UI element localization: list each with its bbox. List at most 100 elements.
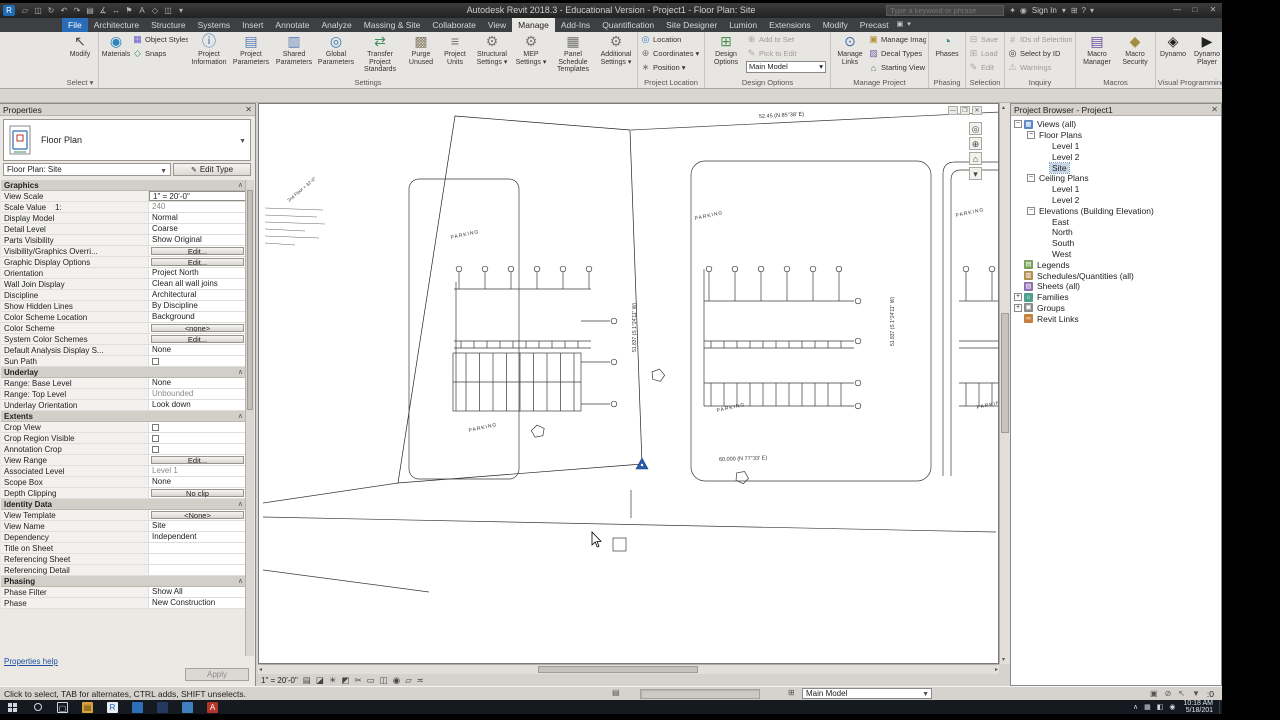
section-collapse-icon[interactable]: ∧ [238,367,243,378]
annotation-crop-checkbox[interactable] [152,445,159,453]
workset-field[interactable] [640,689,760,699]
view-instance-dropdown[interactable]: Floor Plan: Site ▼ [3,163,171,176]
add-to-set-button[interactable]: ⊕ Add to Set [746,33,828,46]
crop-region-visible-checkbox[interactable] [152,434,159,442]
tab-systems[interactable]: Systems [192,18,237,32]
scroll-right-icon[interactable]: ▸ [995,666,998,673]
detail-level-icon[interactable]: ▤ [303,675,311,686]
parking-label[interactable]: PARKING [716,402,746,414]
taskbar-autocad[interactable]: A [200,700,225,714]
crop-view-icon[interactable]: ✂ [355,675,362,686]
expand-icon[interactable]: + [1014,293,1022,302]
type-selector[interactable]: Floor Plan ▼ [3,119,251,161]
drawing-viewport[interactable]: PARKING PARKING PARKING PARKING PARKING … [258,103,999,664]
steering-wheel-icon[interactable]: ◎ [969,122,982,135]
design-options-icon[interactable]: ⊞ [788,688,795,697]
load-button[interactable]: ⊞ Load [968,47,1002,60]
tab-quantification[interactable]: Quantification [596,18,660,32]
text-icon[interactable]: A [137,4,147,17]
materials-button[interactable]: ◉ Materials [101,33,131,79]
collapse-icon[interactable]: − [1027,206,1035,215]
select-by-id-button[interactable]: ◎ Select by ID [1007,47,1073,60]
taskbar-app-blue[interactable] [125,700,150,714]
tree-item-west[interactable]: West [1011,249,1221,260]
property-value[interactable]: Normal [149,213,246,223]
dynamo-button[interactable]: ◈ Dynamo [1158,33,1188,79]
collapse-icon[interactable]: − [1027,131,1035,140]
taskbar-file-explorer[interactable]: ▤ [75,700,100,714]
property-value[interactable]: Architectural [149,290,246,300]
minimize-button[interactable]: — [1171,3,1183,18]
shadows-icon[interactable]: ◩ [341,675,349,686]
tab-analyze[interactable]: Analyze [315,18,357,32]
dynamo-player-button[interactable]: ▶ Dynamo Player [1189,33,1222,79]
taskbar-search[interactable] [25,700,50,714]
view-template-button[interactable]: <None> [151,511,244,519]
view-range-button[interactable]: Edit... [151,456,244,464]
tree-item-legends[interactable]: ▤ Legends [1011,259,1221,270]
tab-massing-site[interactable]: Massing & Site [358,18,427,32]
tab-annotate[interactable]: Annotate [269,18,315,32]
tree-item-level-2[interactable]: Level 2 [1011,195,1221,206]
ribbon-panel-label-design-options[interactable]: Design Options [705,78,830,88]
site-plan-svg[interactable]: PARKING PARKING PARKING PARKING PARKING … [259,104,999,664]
type-selector-chevron-icon[interactable]: ▼ [239,138,246,145]
section-icon[interactable]: ◫ [163,4,173,17]
macro-security-button[interactable]: ◆ Macro Security [1117,33,1153,79]
view-scale-button[interactable]: 1" = 20'-0" [261,676,298,685]
scroll-down-icon[interactable]: ▾ [1002,656,1005,663]
parking-label[interactable]: PARKING [450,229,480,241]
snaps-button[interactable]: ◇ Snaps [132,47,188,60]
sign-in-avatar-icon[interactable]: ◉ [1020,6,1027,15]
tray-notification-icon[interactable]: ◉ [1169,703,1175,711]
project-browser-close-icon[interactable]: ✕ [1211,104,1218,116]
ribbon-panel-label-select[interactable]: Select ▾ [62,78,98,88]
section-collapse-icon[interactable]: ∧ [238,499,243,510]
project-units-button[interactable]: ≡ Project Units [439,33,471,79]
phases-button[interactable]: ◔ Phases [931,33,963,79]
macro-manager-button[interactable]: ▤ Macro Manager [1078,33,1116,79]
structural-settings-button[interactable]: ⚙ Structural Settings ▾ [472,33,512,79]
tree-item-schedules-quantities-all[interactable]: ▥ Schedules/Quantities (all) [1011,270,1221,281]
survey-point-marker[interactable] [635,457,649,470]
navbar-chevron-icon[interactable]: ▾ [969,167,982,180]
tag-icon[interactable]: ⚑ [124,4,134,17]
transfer-project-standards-button[interactable]: ⇄ Transfer Project Standards [357,33,403,79]
view-close-icon[interactable]: ✕ [972,106,982,115]
property-section-identity-data[interactable]: Identity Data ∧ [1,499,246,510]
worksets-icon[interactable]: ▤ [612,688,620,697]
taskbar-task-view[interactable]: ▢ [50,700,75,714]
vertical-scrollbar[interactable]: ▴ ▾ [999,103,1010,664]
property-value[interactable]: By Discipline [149,301,246,311]
tree-item-ceiling-plans[interactable]: − Ceiling Plans [1011,173,1221,184]
temporary-view-properties-icon[interactable]: ▱ [405,675,412,686]
ribbon-panel-label-settings[interactable]: Settings [99,78,637,88]
tab-modify[interactable]: Modify [817,18,854,32]
open-icon[interactable]: ▱ [20,4,30,17]
starting-view-button[interactable]: ⌂ Starting View [868,61,926,74]
dimension-east-2[interactable]: 51.837 (S 1°24'11" W) [890,297,896,346]
tree-item-level-1[interactable]: Level 1 [1011,141,1221,152]
pick-to-edit-button[interactable]: ✎ Pick to Edit [746,47,828,60]
maximize-button[interactable]: □ [1189,3,1201,18]
property-value[interactable]: Look down [149,400,246,410]
section-collapse-icon[interactable]: ∧ [238,411,243,422]
design-option-chevron-icon[interactable]: ▼ [922,690,929,699]
property-value[interactable]: Edit... [149,246,246,256]
scroll-up-icon[interactable]: ▴ [1002,104,1005,111]
color-scheme-button[interactable]: <none> [151,324,244,332]
property-value[interactable]: New Construction [149,598,246,608]
parking-label[interactable]: PARKING [976,399,999,411]
visual-style-icon[interactable]: ◪ [316,675,324,686]
instance-chevron-icon[interactable]: ▼ [160,166,167,177]
vertical-scroll-thumb[interactable] [1001,313,1009,433]
ribbon-panel-label-phasing[interactable]: Phasing [929,78,965,88]
exclude-options-icon[interactable]: ⊘ [1165,688,1172,700]
property-value[interactable]: <None> [149,510,246,520]
sun-path-icon[interactable]: ☀ [329,675,337,686]
aligned-dimension-icon[interactable]: ↔ [111,4,121,17]
crop-view-checkbox[interactable] [152,423,159,431]
filter-icon[interactable]: ▼ [1192,688,1200,700]
measure-icon[interactable]: ∡ [98,4,108,17]
property-value[interactable]: Show Original [149,235,246,245]
